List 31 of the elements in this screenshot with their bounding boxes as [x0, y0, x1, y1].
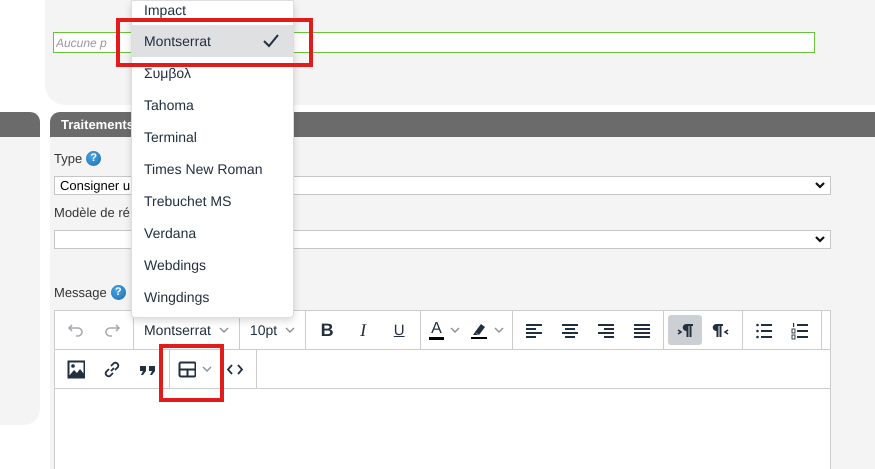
field-label: Message	[54, 284, 107, 300]
checkmark-icon	[263, 34, 279, 48]
ltr-button[interactable]	[668, 315, 702, 345]
caret-icon	[218, 327, 229, 333]
bold-button[interactable]: B	[310, 315, 344, 345]
underline-button[interactable]: U	[382, 315, 416, 345]
font-menu-item[interactable]: Tahoma	[132, 89, 293, 121]
toolbar-dropdown[interactable]: 10pt	[244, 315, 302, 345]
link-icon	[103, 360, 121, 378]
font-menu-item[interactable]: Impact	[132, 1, 293, 18]
italic-button[interactable]: I	[346, 315, 380, 345]
font-menu-item[interactable]: Wingdings	[132, 281, 293, 313]
chevron-down-icon	[814, 182, 825, 189]
field-label: Modèle de ré	[54, 204, 130, 220]
font-menu-item[interactable]: Webdings	[132, 249, 293, 281]
font-menu-item[interactable]: Montserrat	[132, 25, 293, 57]
image-icon	[67, 360, 85, 378]
chevron-down-icon	[814, 236, 825, 243]
caret-icon	[450, 327, 460, 333]
field-label: Type	[54, 150, 82, 166]
font-menu-item[interactable]: Συμβολ	[132, 57, 293, 89]
caret-icon	[494, 327, 504, 333]
caret-icon	[285, 327, 296, 333]
font-menu-item[interactable]: Verdana	[132, 217, 293, 249]
text-color-button[interactable]: A	[425, 315, 464, 345]
font-menu-item[interactable]: Terminal	[132, 121, 293, 153]
caret-icon	[202, 366, 212, 372]
numbered-list-icon	[790, 320, 809, 340]
table-icon	[178, 360, 196, 378]
toolbar-dropdown[interactable]: Montserrat	[138, 315, 235, 345]
bullet-list-icon	[754, 320, 773, 340]
